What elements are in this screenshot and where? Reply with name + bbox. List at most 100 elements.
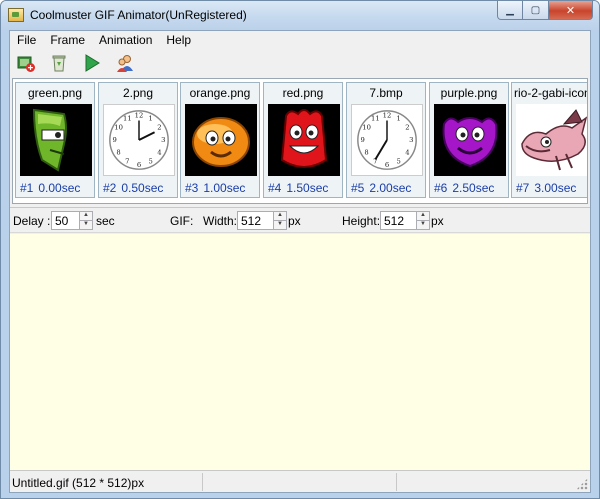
gif-label: GIF: — [170, 214, 194, 228]
width-down-button[interactable]: ▼ — [274, 221, 287, 230]
svg-text:9: 9 — [113, 136, 117, 144]
frame-strip[interactable]: green.png #1 0.00sec 2.png 12 1 2 3 4 5 … — [12, 78, 588, 204]
add-frame-button[interactable] — [14, 51, 38, 75]
status-divider — [396, 473, 397, 491]
frame-item[interactable]: 2.png 12 1 2 345 678 9 10 11 #2 0.50sec — [98, 82, 178, 198]
title-bar[interactable]: Coolmuster GIF Animator(UnRegistered) ▁ … — [1, 1, 599, 30]
frame-name: rio-2-gabi-icon — [514, 86, 588, 100]
frame-index: #3 — [185, 181, 199, 195]
frame-thumbnail: 12 1 2 345 678 9 10 11 — [351, 104, 423, 176]
minimize-icon: ▁ — [506, 4, 514, 16]
frame-name: purple.png — [440, 86, 498, 100]
purple-character-icon — [442, 117, 498, 168]
svg-text:6: 6 — [385, 161, 389, 169]
frame-index: #2 — [103, 181, 117, 195]
frame-meta: #2 0.50sec — [103, 181, 163, 195]
frame-meta: #6 2.50sec — [434, 181, 494, 195]
menu-animation[interactable]: Animation — [92, 31, 159, 49]
height-spinner[interactable]: ▲ ▼ — [380, 211, 430, 230]
frame-meta: #1 0.00sec — [20, 181, 80, 195]
svg-text:12: 12 — [135, 112, 144, 120]
frame-index: #7 — [516, 181, 530, 195]
delay-down-button[interactable]: ▼ — [80, 221, 93, 230]
frame-time: 3.00sec — [534, 181, 577, 195]
delay-input[interactable] — [51, 211, 80, 230]
users-button[interactable] — [113, 51, 137, 75]
add-frame-icon — [17, 56, 35, 72]
frame-thumbnail — [20, 104, 92, 176]
play-icon — [85, 54, 100, 72]
minimize-button[interactable]: ▁ — [497, 1, 523, 20]
svg-text:4: 4 — [157, 149, 161, 157]
frame-item[interactable]: 7.bmp 12 1 2 345 678 9 10 11 #5 2.00sec — [346, 82, 426, 198]
width-up-button[interactable]: ▲ — [274, 211, 287, 221]
height-down-button[interactable]: ▼ — [417, 221, 430, 230]
frame-thumbnail — [516, 104, 587, 176]
frame-thumbnail — [185, 104, 257, 176]
width-input[interactable] — [237, 211, 274, 230]
svg-text:3: 3 — [409, 136, 413, 144]
close-button[interactable]: ✕ — [549, 1, 593, 20]
green-character-icon — [32, 108, 67, 172]
menu-file[interactable]: File — [10, 31, 43, 49]
frame-meta: #5 2.00sec — [351, 181, 411, 195]
svg-text:11: 11 — [123, 115, 132, 123]
clock-icon: 12 12 345 678 91011 — [109, 110, 169, 170]
clock-icon: 12 12 345 678 91011 — [357, 110, 417, 170]
frame-time: 1.00sec — [203, 181, 246, 195]
frame-time: 0.50sec — [121, 181, 164, 195]
toolbar — [10, 49, 590, 77]
svg-text:10: 10 — [114, 123, 123, 131]
frame-meta: #7 3.00sec — [516, 181, 576, 195]
close-icon: ✕ — [565, 3, 576, 17]
svg-text:11: 11 — [371, 115, 380, 123]
frame-item[interactable]: green.png #1 0.00sec — [15, 82, 95, 198]
delay-up-button[interactable]: ▲ — [80, 211, 93, 221]
delay-label: Delay : — [13, 214, 51, 228]
app-window: Coolmuster GIF Animator(UnRegistered) ▁ … — [0, 0, 600, 499]
frame-item[interactable]: purple.png #6 2.50sec — [429, 82, 509, 198]
frame-name: 7.bmp — [369, 86, 403, 100]
delete-frame-button[interactable] — [47, 51, 71, 75]
status-divider — [202, 473, 203, 491]
play-button[interactable] — [80, 51, 104, 75]
svg-text:1: 1 — [397, 115, 401, 123]
frame-item[interactable]: red.png #4 1.50sec — [263, 82, 343, 198]
properties-bar: Delay : ▲ ▼ sec GIF: Width: ▲ ▼ px Heigh… — [10, 207, 590, 233]
menu-bar: File Frame Animation Help — [10, 31, 590, 49]
frame-time: 2.50sec — [452, 181, 495, 195]
resize-grip[interactable] — [576, 478, 588, 490]
svg-text:8: 8 — [364, 149, 368, 157]
width-spinner[interactable]: ▲ ▼ — [237, 211, 287, 230]
frame-thumbnail: 12 1 2 345 678 9 10 11 — [103, 104, 175, 176]
height-up-button[interactable]: ▲ — [417, 211, 430, 221]
maximize-button[interactable]: ▢ — [523, 1, 549, 20]
menu-frame[interactable]: Frame — [43, 31, 92, 49]
frame-index: #4 — [268, 181, 282, 195]
frame-thumbnail — [268, 104, 340, 176]
frame-name: 2.png — [122, 86, 154, 100]
maximize-icon: ▢ — [530, 4, 541, 16]
svg-text:5: 5 — [149, 157, 153, 165]
status-bar: Untitled.gif (512 * 512)px — [10, 470, 590, 492]
frame-time: 2.00sec — [369, 181, 412, 195]
svg-text:7: 7 — [125, 157, 129, 165]
frame-time: 1.50sec — [286, 181, 329, 195]
height-input[interactable] — [380, 211, 417, 230]
users-icon — [117, 55, 133, 72]
frame-item[interactable]: orange.png #3 1.00sec — [180, 82, 260, 198]
svg-text:8: 8 — [116, 149, 120, 157]
frame-item[interactable]: rio-2-gabi-icon #7 3.00sec — [511, 82, 588, 198]
preview-canvas[interactable] — [10, 234, 590, 470]
delay-spinner[interactable]: ▲ ▼ — [51, 211, 93, 230]
svg-text:12: 12 — [383, 112, 392, 120]
frame-time: 0.00sec — [38, 181, 81, 195]
height-label: Height: — [342, 214, 381, 228]
menu-help[interactable]: Help — [159, 31, 198, 49]
svg-text:6: 6 — [137, 161, 141, 169]
height-unit: px — [431, 214, 444, 228]
bird-character-icon — [521, 109, 587, 171]
svg-text:2: 2 — [405, 123, 409, 131]
app-icon — [8, 8, 24, 22]
height-spinner-arrows: ▲ ▼ — [417, 211, 430, 230]
